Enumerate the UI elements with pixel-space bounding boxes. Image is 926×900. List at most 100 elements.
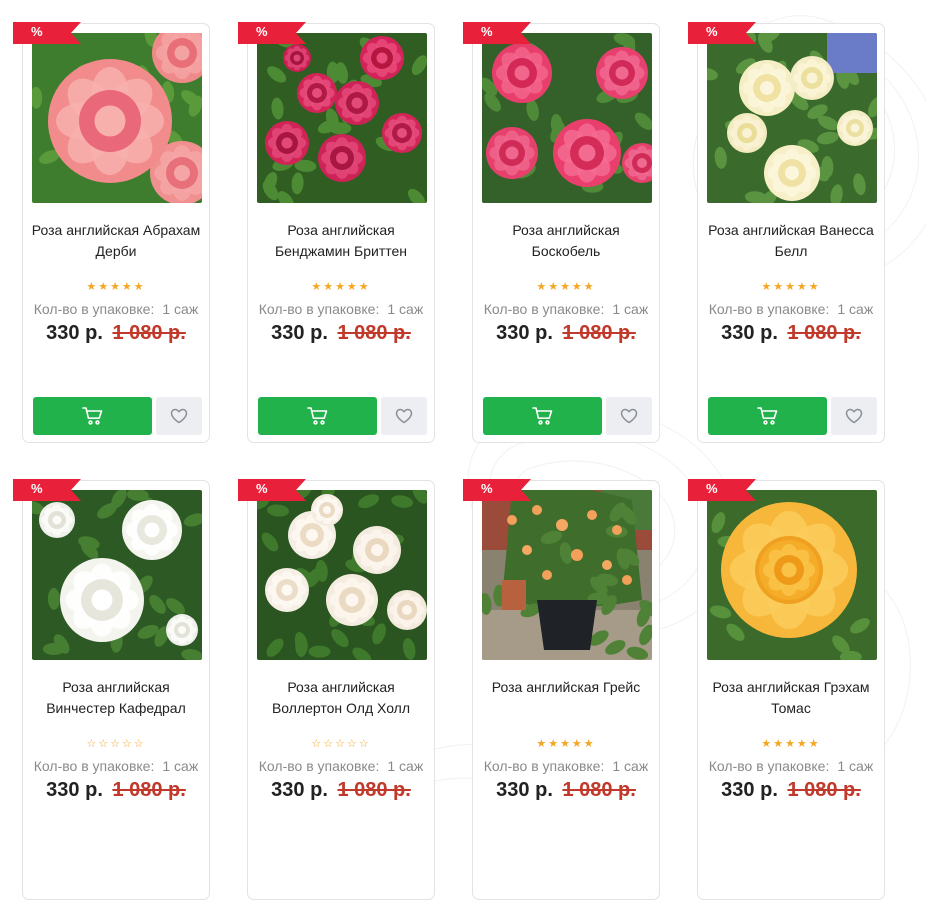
sale-badge-label: %	[481, 24, 493, 39]
heart-icon	[845, 408, 863, 424]
old-price: 1 080 р.	[787, 779, 861, 801]
pack-label: Кол-во в упаковке:	[708, 301, 830, 317]
current-price: 330 р.	[721, 779, 778, 801]
product-card[interactable]: % Роза английская Винчестер Кафедрал ☆☆☆…	[13, 479, 210, 900]
cart-icon	[756, 407, 777, 425]
price: 330 р. 1 080 р.	[698, 779, 884, 802]
pack-label: Кол-во в упаковке:	[483, 301, 605, 317]
price: 330 р. 1 080 р.	[248, 322, 434, 345]
product-image[interactable]	[707, 33, 877, 203]
pack-info: Кол-во в упаковке: 1 саж	[698, 301, 884, 317]
pack-info: Кол-во в упаковке: 1 саж	[248, 758, 434, 774]
old-price: 1 080 р.	[112, 779, 186, 801]
product-title[interactable]: Роза английская Бенджамин Бриттен	[254, 220, 428, 262]
pack-quantity: 1 саж	[612, 301, 649, 317]
old-price: 1 080 р.	[112, 322, 186, 344]
product-card[interactable]: % Роза английская Грэхам Томас ★★★★★ Кол…	[688, 479, 885, 900]
product-image[interactable]	[482, 33, 652, 203]
rating-stars: ★★★★★	[761, 281, 821, 293]
rating-stars: ☆☆☆☆☆	[311, 738, 371, 750]
rating-stars: ★★★★★	[761, 738, 821, 750]
rating-stars: ★★★★★	[536, 281, 596, 293]
add-to-cart-button[interactable]	[258, 397, 377, 435]
pack-quantity: 1 саж	[162, 301, 199, 317]
pack-label: Кол-во в упаковке:	[708, 758, 830, 774]
rating-stars: ★★★★★	[536, 738, 596, 750]
heart-icon	[620, 408, 638, 424]
cart-icon	[531, 407, 552, 425]
price: 330 р. 1 080 р.	[473, 779, 659, 802]
sale-badge-label: %	[481, 481, 493, 496]
add-to-favorites-button[interactable]	[156, 397, 202, 435]
heart-icon	[170, 408, 188, 424]
pack-quantity: 1 саж	[837, 758, 874, 774]
sale-badge: %	[688, 479, 756, 501]
add-to-favorites-button[interactable]	[381, 397, 427, 435]
cart-icon	[81, 407, 102, 425]
pack-info: Кол-во в упаковке: 1 саж	[473, 301, 659, 317]
product-title[interactable]: Роза английская Грэхам Томас	[704, 677, 878, 719]
product-image[interactable]	[32, 490, 202, 660]
pack-info: Кол-во в упаковке: 1 саж	[473, 758, 659, 774]
current-price: 330 р.	[721, 322, 778, 344]
add-to-favorites-button[interactable]	[606, 397, 652, 435]
add-to-cart-button[interactable]	[483, 397, 602, 435]
sale-badge-label: %	[31, 24, 43, 39]
old-price: 1 080 р.	[337, 779, 411, 801]
product-card[interactable]: % Роза английская Абрахам Дерби ★★★★★ Ко…	[13, 22, 210, 443]
pack-quantity: 1 саж	[387, 301, 424, 317]
sale-badge-label: %	[256, 481, 268, 496]
sale-badge-label: %	[706, 24, 718, 39]
product-image[interactable]	[482, 490, 652, 660]
pack-label: Кол-во в упаковке:	[483, 758, 605, 774]
product-image[interactable]	[257, 490, 427, 660]
current-price: 330 р.	[271, 322, 328, 344]
heart-icon	[395, 408, 413, 424]
sale-badge: %	[238, 479, 306, 501]
product-title[interactable]: Роза английская Боскобель	[479, 220, 653, 262]
current-price: 330 р.	[46, 779, 103, 801]
pack-info: Кол-во в упаковке: 1 саж	[248, 301, 434, 317]
sale-badge: %	[463, 22, 531, 44]
sale-badge-label: %	[256, 24, 268, 39]
product-image[interactable]	[32, 33, 202, 203]
old-price: 1 080 р.	[562, 779, 636, 801]
add-to-favorites-button[interactable]	[831, 397, 877, 435]
price: 330 р. 1 080 р.	[248, 779, 434, 802]
price: 330 р. 1 080 р.	[473, 322, 659, 345]
product-card[interactable]: % Роза английская Боскобель ★★★★★ Кол-во…	[463, 22, 660, 443]
product-title[interactable]: Роза английская Винчестер Кафедрал	[29, 677, 203, 719]
product-title[interactable]: Роза английская Ванесса Белл	[704, 220, 878, 262]
cart-icon	[306, 407, 327, 425]
add-to-cart-button[interactable]	[33, 397, 152, 435]
rating-stars: ★★★★★	[311, 281, 371, 293]
product-title[interactable]: Роза английская Абрахам Дерби	[29, 220, 203, 262]
current-price: 330 р.	[496, 322, 553, 344]
rating-stars: ☆☆☆☆☆	[86, 738, 146, 750]
pack-label: Кол-во в упаковке:	[258, 758, 380, 774]
rating-stars: ★★★★★	[86, 281, 146, 293]
product-card[interactable]: % Роза английская Грейс ★★★★★ Кол-во в у…	[463, 479, 660, 900]
sale-badge: %	[13, 22, 81, 44]
product-card[interactable]: % Роза английская Бенджамин Бриттен ★★★★…	[238, 22, 435, 443]
pack-quantity: 1 саж	[837, 301, 874, 317]
product-title[interactable]: Роза английская Грейс	[479, 677, 653, 698]
product-image[interactable]	[257, 33, 427, 203]
product-card[interactable]: % Роза английская Ванесса Белл ★★★★★ Кол…	[688, 22, 885, 443]
pack-info: Кол-во в упаковке: 1 саж	[698, 758, 884, 774]
current-price: 330 р.	[271, 779, 328, 801]
pack-quantity: 1 саж	[162, 758, 199, 774]
pack-info: Кол-во в упаковке: 1 саж	[23, 758, 209, 774]
product-title[interactable]: Роза английская Воллертон Олд Холл	[254, 677, 428, 719]
product-image[interactable]	[707, 490, 877, 660]
old-price: 1 080 р.	[337, 322, 411, 344]
pack-quantity: 1 саж	[387, 758, 424, 774]
product-card[interactable]: % Роза английская Воллертон Олд Холл ☆☆☆…	[238, 479, 435, 900]
current-price: 330 р.	[46, 322, 103, 344]
pack-label: Кол-во в упаковке:	[33, 301, 155, 317]
current-price: 330 р.	[496, 779, 553, 801]
old-price: 1 080 р.	[787, 322, 861, 344]
sale-badge: %	[688, 22, 756, 44]
add-to-cart-button[interactable]	[708, 397, 827, 435]
sale-badge: %	[463, 479, 531, 501]
